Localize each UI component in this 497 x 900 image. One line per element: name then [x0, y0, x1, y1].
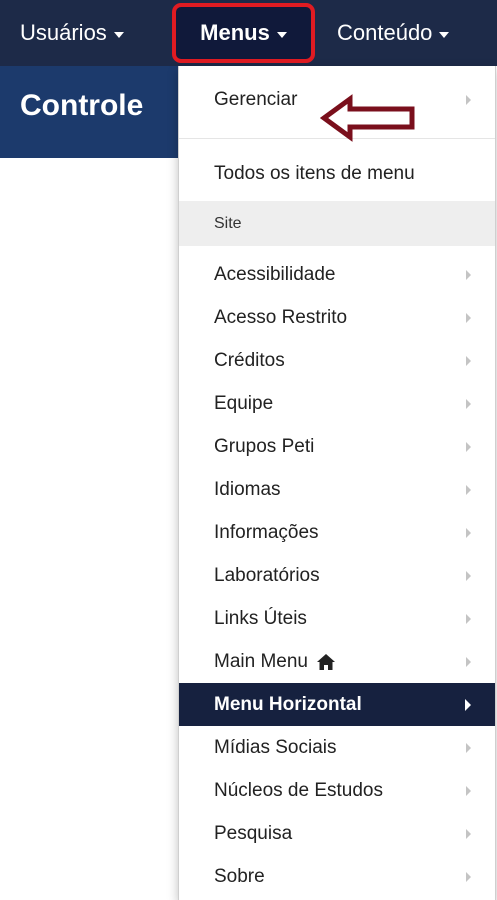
menu-item-label: Mídias Sociais — [214, 736, 337, 758]
chevron-right-icon — [466, 742, 471, 753]
chevron-right-icon — [466, 312, 471, 323]
menu-item-informacoes[interactable]: Informações — [179, 511, 495, 554]
menu-item-menu-horizontal[interactable]: Menu Horizontal — [179, 683, 495, 726]
menus-dropdown: Gerenciar Todos os itens de menu Site Ac… — [178, 66, 496, 900]
menu-item-label: Grupos Peti — [214, 435, 315, 457]
menu-item-sobre[interactable]: Sobre — [179, 855, 495, 898]
menu-item-label: Idiomas — [214, 478, 281, 500]
chevron-right-icon — [465, 698, 471, 711]
menu-item-label: Equipe — [214, 392, 274, 414]
menu-item-label: Pesquisa — [214, 822, 293, 844]
menu-item-creditos[interactable]: Créditos — [179, 339, 495, 382]
nav-menus-dropdown[interactable]: Menus — [172, 3, 315, 63]
caret-down-icon — [276, 32, 287, 38]
top-navbar: Usuários Menus Conteúdo — [0, 0, 497, 66]
nav-users-label: Usuários — [20, 20, 107, 45]
chevron-right-icon — [466, 527, 471, 538]
menu-item-label: Acesso Restrito — [214, 306, 348, 328]
chevron-right-icon — [466, 269, 471, 280]
chevron-right-icon — [466, 871, 471, 882]
chevron-right-icon — [466, 355, 471, 366]
menu-item-laboratorios[interactable]: Laboratórios — [179, 554, 495, 597]
menu-item-idiomas[interactable]: Idiomas — [179, 468, 495, 511]
chevron-right-icon — [466, 613, 471, 624]
nav-content-label: Conteúdo — [337, 20, 433, 45]
menu-item-label: Menu Horizontal — [214, 693, 362, 715]
caret-down-icon — [113, 32, 124, 38]
menu-item-equipe[interactable]: Equipe — [179, 382, 495, 425]
menu-item-label: Créditos — [214, 349, 285, 371]
nav-content-dropdown[interactable]: Conteúdo — [337, 0, 450, 66]
menu-item-label: Informações — [214, 521, 319, 543]
menu-item-main-menu[interactable]: Main Menu — [179, 640, 495, 683]
home-icon — [317, 653, 335, 670]
menu-item-label: Laboratórios — [214, 564, 320, 586]
menu-item-label: Núcleos de Estudos — [214, 779, 383, 801]
menu-item-acessibilidade[interactable]: Acessibilidade — [179, 253, 495, 296]
chevron-right-icon — [466, 785, 471, 796]
nav-menus-label: Menus — [200, 20, 270, 45]
menu-item-pesquisa[interactable]: Pesquisa — [179, 812, 495, 855]
menu-item-all-items[interactable]: Todos os itens de menu — [179, 152, 495, 195]
chevron-right-icon — [466, 398, 471, 409]
menu-item-nucleos-de-estudos[interactable]: Núcleos de Estudos — [179, 769, 495, 812]
page-title: Controle — [20, 89, 144, 122]
chevron-right-icon — [466, 441, 471, 452]
menu-item-midias-sociais[interactable]: Mídias Sociais — [179, 726, 495, 769]
menu-item-links-uteis[interactable]: Links Úteis — [179, 597, 495, 640]
menu-item-label: Links Úteis — [214, 607, 307, 629]
chevron-right-icon — [466, 570, 471, 581]
menu-section-header: Site — [179, 201, 495, 246]
menu-item-grupos-peti[interactable]: Grupos Peti — [179, 425, 495, 468]
nav-users-dropdown[interactable]: Usuários — [20, 0, 124, 66]
chevron-right-icon — [466, 94, 471, 105]
menu-item-label: Sobre — [214, 865, 265, 887]
chevron-right-icon — [466, 656, 471, 667]
caret-down-icon — [439, 32, 450, 38]
menu-item-label: Acessibilidade — [214, 263, 336, 285]
annotation-arrow-icon — [320, 94, 415, 142]
menu-item-label: Gerenciar — [214, 88, 298, 110]
menu-item-label: Todos os itens de menu — [214, 162, 415, 184]
menu-item-acesso-restrito[interactable]: Acesso Restrito — [179, 296, 495, 339]
chevron-right-icon — [466, 828, 471, 839]
chevron-right-icon — [466, 484, 471, 495]
menu-item-label: Main Menu — [214, 650, 308, 672]
